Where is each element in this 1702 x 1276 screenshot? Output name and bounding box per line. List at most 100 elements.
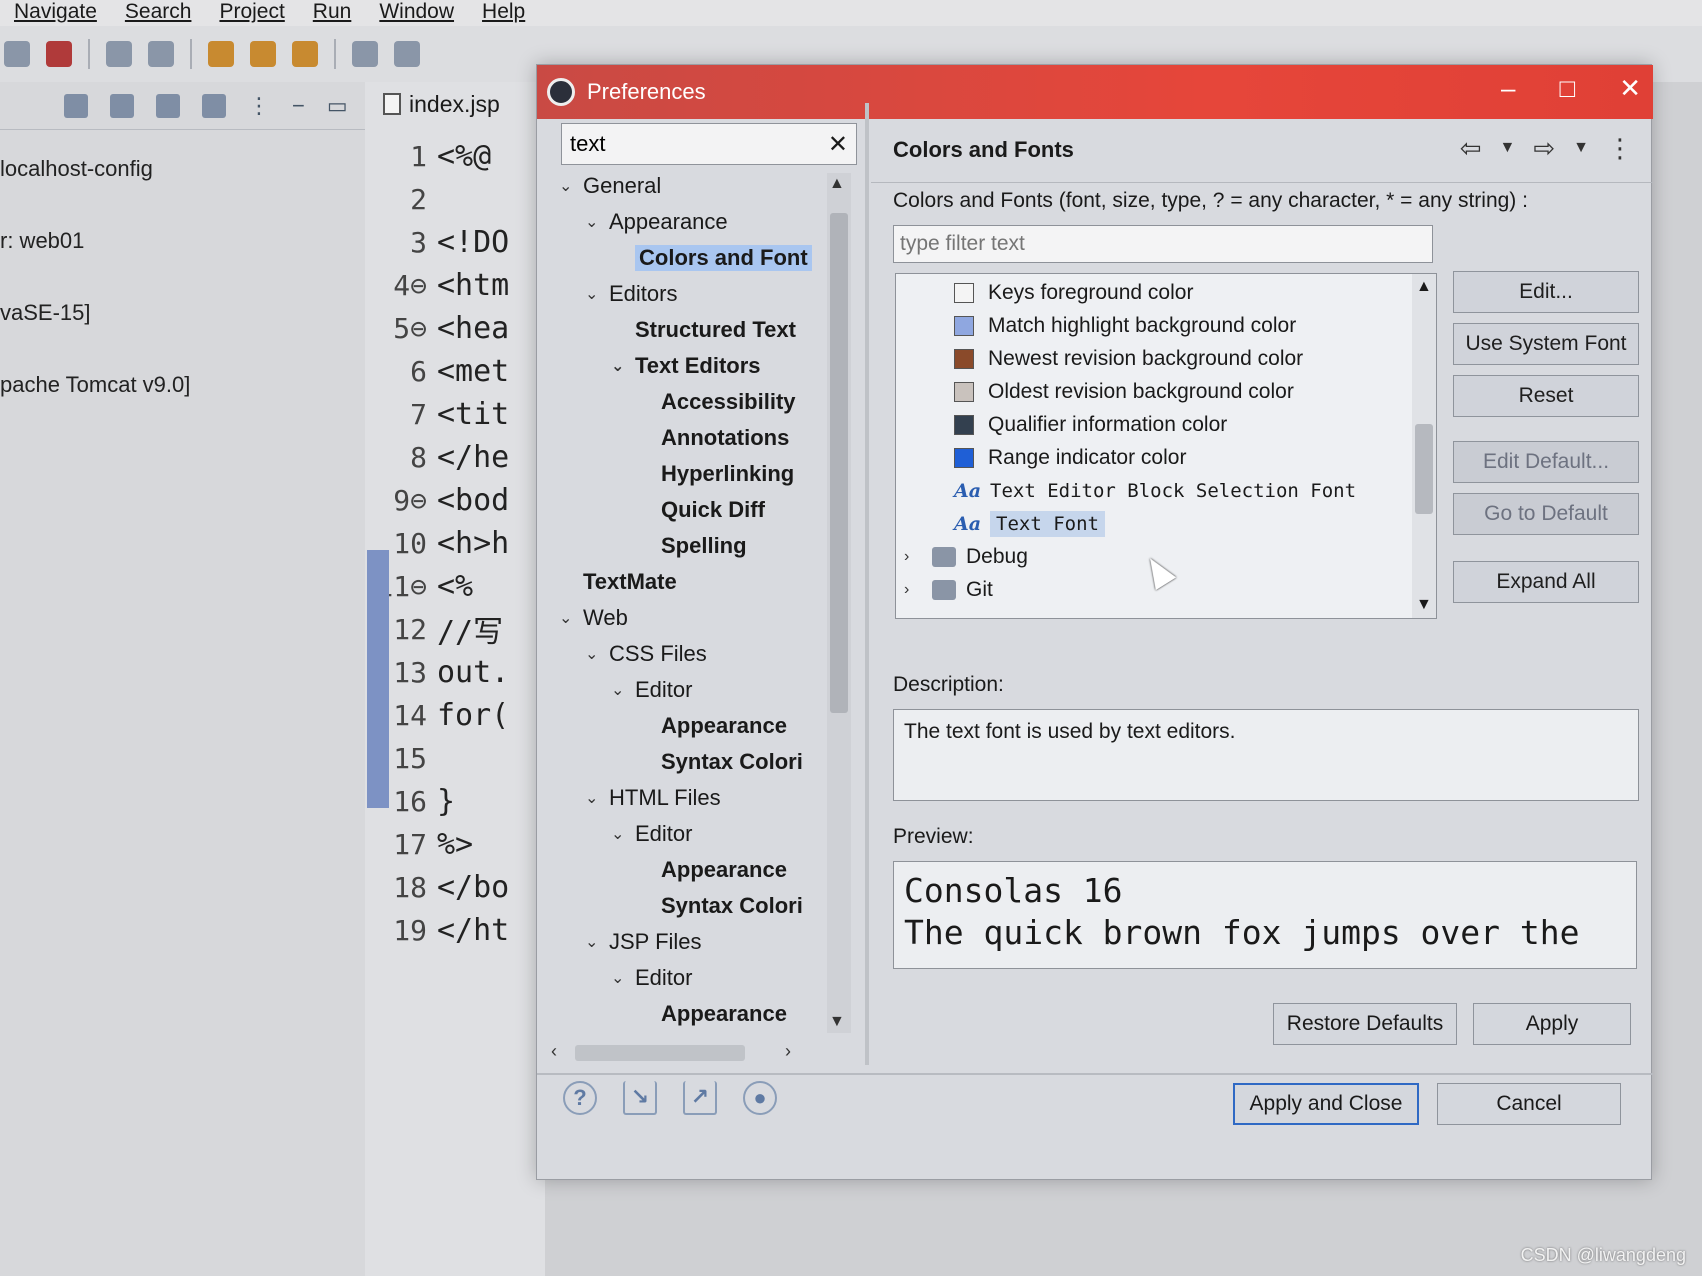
- menu-run[interactable]: Run: [313, 0, 352, 26]
- code-line[interactable]: 12//写: [365, 609, 545, 651]
- chevron-right-icon[interactable]: ›: [904, 548, 932, 566]
- tree-item-tomcat[interactable]: pache Tomcat v9.0]: [0, 372, 190, 398]
- code-line[interactable]: 17 %>: [365, 824, 545, 864]
- pref-tree-item[interactable]: Colors and Font: [611, 241, 812, 275]
- chevron-down-icon[interactable]: ⌄: [585, 932, 609, 952]
- colors-fonts-filter-input[interactable]: [893, 225, 1433, 263]
- colors-fonts-item[interactable]: Range indicator color: [954, 441, 1186, 475]
- chevron-down-icon[interactable]: ⌄: [559, 608, 583, 628]
- preferences-filter-field[interactable]: ✕: [561, 123, 857, 165]
- toolbar-button-icon[interactable]: [4, 41, 30, 67]
- code-line[interactable]: 14 for(: [365, 695, 545, 735]
- tree-horizontal-scrollbar[interactable]: ‹ ›: [551, 1041, 811, 1065]
- wand-icon[interactable]: [292, 41, 318, 67]
- view-menu-icon[interactable]: ⋮: [248, 93, 270, 119]
- colors-fonts-item[interactable]: Aa Text Editor Block Selection Font: [954, 474, 1356, 508]
- collapse-all-icon[interactable]: [64, 93, 88, 118]
- pref-tree-item[interactable]: Annotations: [637, 421, 789, 455]
- minimize-icon[interactable]: –: [1501, 73, 1515, 104]
- chevron-down-icon[interactable]: ⌄: [611, 968, 635, 988]
- tree-vertical-scrollbar[interactable]: ▲ ▼: [827, 173, 851, 1033]
- menu-window[interactable]: Window: [379, 0, 454, 26]
- colors-fonts-item[interactable]: Qualifier information color: [954, 408, 1227, 442]
- colors-fonts-item[interactable]: Oldest revision background color: [954, 375, 1294, 409]
- pref-tree-item[interactable]: ⌄ Web: [559, 601, 628, 635]
- pref-tree-item[interactable]: ⌄ General: [559, 169, 661, 203]
- editor-tab-index-jsp[interactable]: index.jsp: [383, 82, 500, 126]
- focus-icon[interactable]: [202, 93, 226, 118]
- pref-tree-item[interactable]: ⌄ Appearance: [585, 205, 728, 239]
- chevron-right-icon[interactable]: ›: [904, 581, 932, 599]
- help-icon[interactable]: ?: [563, 1081, 597, 1115]
- code-line[interactable]: 3 <!DO: [365, 222, 545, 262]
- fonts-tree-scrollbar[interactable]: ▲ ▼: [1412, 274, 1436, 618]
- colors-fonts-item[interactable]: Keys foreground color: [954, 276, 1193, 310]
- scrollbar-thumb[interactable]: [575, 1045, 745, 1061]
- code-line[interactable]: 4⊖ <htm: [365, 265, 545, 305]
- panel-sash[interactable]: [865, 103, 869, 1065]
- tree-item-web01[interactable]: r: web01: [0, 228, 84, 254]
- pref-tree-item[interactable]: Accessibility: [637, 385, 796, 419]
- link-editor-icon[interactable]: [110, 93, 134, 118]
- maximize-icon[interactable]: □: [1559, 73, 1575, 104]
- colors-fonts-item[interactable]: Aa Text Font: [954, 507, 1105, 541]
- pref-tree-item[interactable]: ⌄ Editor: [611, 673, 692, 707]
- chevron-up-icon[interactable]: ▲: [1416, 278, 1432, 296]
- pref-tree-item[interactable]: ⌄ HTML Files: [585, 781, 721, 815]
- colors-fonts-item[interactable]: › Debug: [904, 540, 1028, 574]
- pref-tree-item[interactable]: ⌄ Text Editors: [611, 349, 761, 383]
- chevron-down-icon[interactable]: ⌄: [585, 284, 609, 304]
- pref-tree-item[interactable]: ⌄ Editor: [611, 817, 692, 851]
- code-line[interactable]: 13 out.: [365, 652, 545, 692]
- pref-tree-item[interactable]: Appearance: [637, 709, 787, 743]
- chevron-left-icon[interactable]: ‹: [551, 1041, 557, 1062]
- chevron-right-icon[interactable]: ›: [785, 1041, 791, 1062]
- apply-button[interactable]: Apply: [1473, 1003, 1631, 1045]
- record-icon[interactable]: ●: [743, 1081, 777, 1115]
- pref-tree-item[interactable]: ⌄ JSP Files: [585, 925, 702, 959]
- code-line[interactable]: 9⊖ <bod: [365, 480, 545, 520]
- code-line[interactable]: 10 <h>h: [365, 523, 545, 563]
- colors-fonts-item[interactable]: Newest revision background color: [954, 342, 1303, 376]
- new-server-icon[interactable]: [106, 41, 132, 67]
- edit-button[interactable]: Edit...: [1453, 271, 1639, 313]
- forward-arrow-icon[interactable]: ⇨: [1533, 133, 1555, 164]
- code-line[interactable]: 15: [365, 738, 545, 778]
- cancel-button[interactable]: Cancel: [1437, 1083, 1621, 1125]
- chevron-down-icon[interactable]: ▼: [829, 1013, 845, 1031]
- chevron-down-icon[interactable]: ⌄: [559, 176, 583, 196]
- go-to-default-button[interactable]: Go to Default: [1453, 493, 1639, 535]
- code-line[interactable]: 6 <met: [365, 351, 545, 391]
- chevron-down-icon[interactable]: ▼: [1416, 596, 1432, 614]
- search-icon[interactable]: [394, 41, 420, 67]
- pref-tree-item[interactable]: Quick Diff: [637, 493, 765, 527]
- menu-help[interactable]: Help: [482, 0, 525, 26]
- menu-navigate[interactable]: Navigate: [14, 0, 97, 26]
- code-line[interactable]: 11⊖ <%: [365, 566, 545, 606]
- chevron-down-icon[interactable]: ⌄: [611, 356, 635, 376]
- clear-filter-icon[interactable]: ✕: [828, 130, 848, 159]
- pref-tree-item[interactable]: Appearance: [637, 853, 787, 887]
- pref-tree-item[interactable]: ⌄ Editors: [585, 277, 677, 311]
- preferences-filter-input[interactable]: [570, 131, 810, 157]
- apply-and-close-button[interactable]: Apply and Close: [1233, 1083, 1419, 1125]
- minimize-icon[interactable]: −: [292, 93, 305, 119]
- scrollbar-thumb[interactable]: [1415, 424, 1433, 514]
- filter-icon[interactable]: [156, 93, 180, 118]
- view-menu-icon[interactable]: ⋮: [1607, 133, 1633, 164]
- edit-default-button[interactable]: Edit Default...: [1453, 441, 1639, 483]
- code-editor[interactable]: index.jsp 1 <%@ 2 3 <!DO 4⊖ <htm 5⊖ <hea 6 <met 7 <t…: [365, 82, 545, 1276]
- chevron-down-icon[interactable]: ⌄: [611, 824, 635, 844]
- code-line[interactable]: 8 </he: [365, 437, 545, 477]
- pref-tree-item[interactable]: Syntax Colori: [637, 745, 803, 779]
- export-icon[interactable]: ↗: [683, 1081, 717, 1115]
- chevron-up-icon[interactable]: ▲: [829, 175, 845, 193]
- chevron-down-icon[interactable]: ⌄: [585, 644, 609, 664]
- code-line[interactable]: 19 </ht: [365, 910, 545, 950]
- pref-tree-item[interactable]: Hyperlinking: [637, 457, 794, 491]
- restore-defaults-button[interactable]: Restore Defaults: [1273, 1003, 1457, 1045]
- expand-all-button[interactable]: Expand All: [1453, 561, 1639, 603]
- maximize-icon[interactable]: ▭: [327, 93, 348, 119]
- menu-search[interactable]: Search: [125, 0, 192, 26]
- open-folder-icon[interactable]: [208, 41, 234, 67]
